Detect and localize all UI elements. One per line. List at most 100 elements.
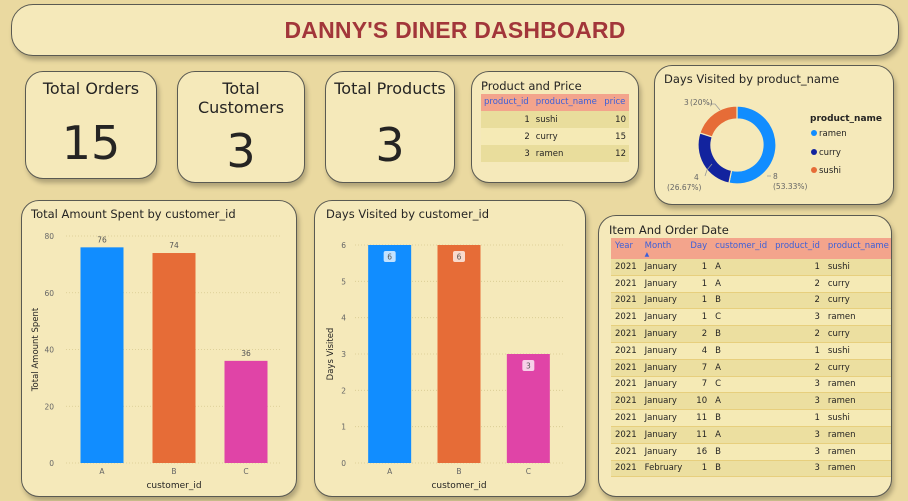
table-cell: January	[640, 275, 687, 293]
table-row[interactable]: 2021 February 1 B 3 ramen	[611, 460, 891, 478]
table-cell: 3	[771, 426, 824, 444]
column-header-day[interactable]: Day	[686, 238, 712, 259]
table-row[interactable]: 3 ramen 12	[481, 145, 629, 162]
y-tick-label: 40	[44, 346, 54, 355]
table-row[interactable]: 2021 January 11 A 3 ramen	[611, 426, 891, 444]
table-cell: ramen	[532, 145, 602, 162]
donut-slice-sushi[interactable]	[699, 105, 738, 138]
bar-b[interactable]	[152, 253, 196, 463]
table-row[interactable]: 2021 January 1 A 1 sushi	[611, 259, 891, 276]
table-cell: B	[711, 292, 772, 310]
table-cell: 11	[686, 426, 712, 444]
table-cell: A	[711, 426, 772, 444]
table-cell: January	[640, 443, 687, 461]
table-cell: 1	[686, 460, 712, 478]
bar-a[interactable]	[368, 245, 412, 463]
table-row[interactable]: 1 sushi 10	[481, 111, 629, 128]
table-cell: 1	[771, 409, 824, 427]
table-row[interactable]: 2 curry 15	[481, 128, 629, 145]
table-row[interactable]: 2021 January 2 B 2 curry	[611, 325, 891, 343]
donut-chart[interactable]: 3 (20%) 4 (26.67%) 8 (53.33%) product_na…	[655, 66, 894, 205]
kpi-total-products-card[interactable]: Total Products 3	[325, 71, 455, 183]
table-row[interactable]: 2021 January 10 A 3 ramen	[611, 392, 891, 411]
column-header-product-id[interactable]: product_id	[771, 238, 824, 259]
table-row[interactable]: 2021 January 1 C 3 ramen	[611, 308, 891, 327]
column-header-product-name[interactable]: product_name	[532, 94, 602, 111]
table-cell: A	[711, 259, 772, 276]
table-row[interactable]: 2021 January 7 C 3 ramen	[611, 376, 891, 394]
product-price-table[interactable]: product_id product_name price 1 sushi 10…	[481, 94, 629, 162]
table-cell: 1	[686, 308, 712, 327]
item-order-date-card[interactable]: Item And Order Date Year Month ▲ Day cust…	[598, 215, 892, 497]
sort-ascending-icon: ▲	[644, 251, 650, 258]
table-row[interactable]: 2021 January 11 B 1 sushi	[611, 409, 891, 427]
table-cell: curry	[823, 325, 891, 343]
column-header-product-id[interactable]: product_id	[481, 94, 533, 111]
kpi-total-customers-card[interactable]: Total Customers 3	[177, 71, 305, 183]
data-label: 3	[526, 362, 531, 371]
donut-legend-title: product_name	[810, 114, 882, 124]
amount-spent-card[interactable]: Total Amount Spent by customer_id 0 20 40 6…	[21, 200, 297, 497]
kpi-total-products-value: 3	[375, 118, 405, 172]
amount-spent-bar-chart[interactable]: 020406080 76A74B36Ccustomer_idTotal Amoun…	[22, 201, 297, 497]
table-cell: 1	[686, 275, 712, 293]
data-label: 6	[457, 253, 462, 262]
table-row[interactable]: 2021 January 1 B 2 curry	[611, 292, 891, 310]
table-cell: 3	[771, 308, 824, 327]
kpi-total-products-label: Total Products	[334, 79, 446, 98]
table-cell: A	[711, 359, 772, 377]
column-header-month-label: Month	[644, 241, 672, 251]
table-cell: C	[711, 308, 772, 327]
column-header-year[interactable]: Year	[611, 238, 641, 259]
item-order-table[interactable]: Year Month ▲ Day customer_id product_id p…	[611, 238, 891, 478]
days-visited-bar-chart[interactable]: 0 1 2 3 4 5 6 6 A 6 B 3 Ccustomer_id Days Visited	[315, 201, 586, 497]
table-cell: 12	[601, 145, 629, 162]
column-header-customer-id[interactable]: customer_id	[711, 238, 772, 259]
column-header-month[interactable]: Month ▲	[640, 238, 687, 259]
table-cell: 3	[771, 376, 824, 394]
table-cell: C	[711, 376, 772, 394]
table-cell: ramen	[823, 376, 891, 394]
kpi-total-orders-card[interactable]: Total Orders 15	[25, 71, 157, 179]
x-tick-label: B	[171, 467, 176, 476]
table-cell: 11	[686, 409, 712, 427]
page-title: DANNY'S DINER DASHBOARD	[284, 17, 626, 43]
days-visited-card[interactable]: Days Visited by customer_id 01234566A6B3…	[314, 200, 586, 497]
x-axis-title: customer_id	[146, 481, 201, 491]
days-by-product-card[interactable]: Days Visited by product_name 3 (20%) 4 (…	[654, 65, 894, 205]
table-cell: ramen	[823, 392, 891, 411]
table-row[interactable]: 2021 January 4 B 1 sushi	[611, 342, 891, 360]
bar-b[interactable]	[437, 245, 481, 463]
table-cell: January	[640, 376, 687, 394]
y-tick-label: 1	[341, 423, 346, 432]
table-cell: 4	[686, 342, 712, 360]
table-cell: 2021	[611, 308, 641, 327]
table-cell: 1	[686, 292, 712, 310]
table-cell: B	[711, 325, 772, 343]
bar-c[interactable]	[224, 360, 268, 463]
legend-item-ramen[interactable]: ramen	[811, 129, 847, 139]
table-row[interactable]: 2021 January 7 A 2 curry	[611, 359, 891, 377]
table-cell: January	[640, 426, 687, 444]
legend-item-sushi[interactable]: sushi	[811, 166, 841, 176]
kpi-total-customers-label-line1: Total	[222, 79, 260, 98]
y-tick-label: 20	[44, 402, 54, 411]
donut-slice-curry[interactable]	[697, 132, 733, 184]
table-cell: ramen	[823, 426, 891, 444]
table-cell: A	[711, 392, 772, 411]
table-row[interactable]: 2021 January 16 B 3 ramen	[611, 443, 891, 461]
y-tick-label: 4	[341, 314, 346, 323]
table-row[interactable]: 2021 January 1 A 2 curry	[611, 275, 891, 293]
bar-a[interactable]	[80, 247, 124, 463]
legend-item-curry[interactable]: curry	[811, 148, 841, 158]
table-cell: January	[640, 359, 687, 377]
column-header-product-name[interactable]: product_name	[823, 238, 891, 259]
table-cell: ramen	[823, 443, 891, 461]
x-tick-label: C	[243, 467, 248, 476]
product-price-card[interactable]: Product and Price product_id product_nam…	[471, 71, 639, 183]
legend-marker-sushi	[811, 167, 817, 173]
table-cell: 1	[481, 111, 533, 128]
column-header-price[interactable]: price	[601, 94, 629, 111]
table-cell: sushi	[823, 259, 891, 276]
y-tick-label: 0	[341, 459, 346, 468]
